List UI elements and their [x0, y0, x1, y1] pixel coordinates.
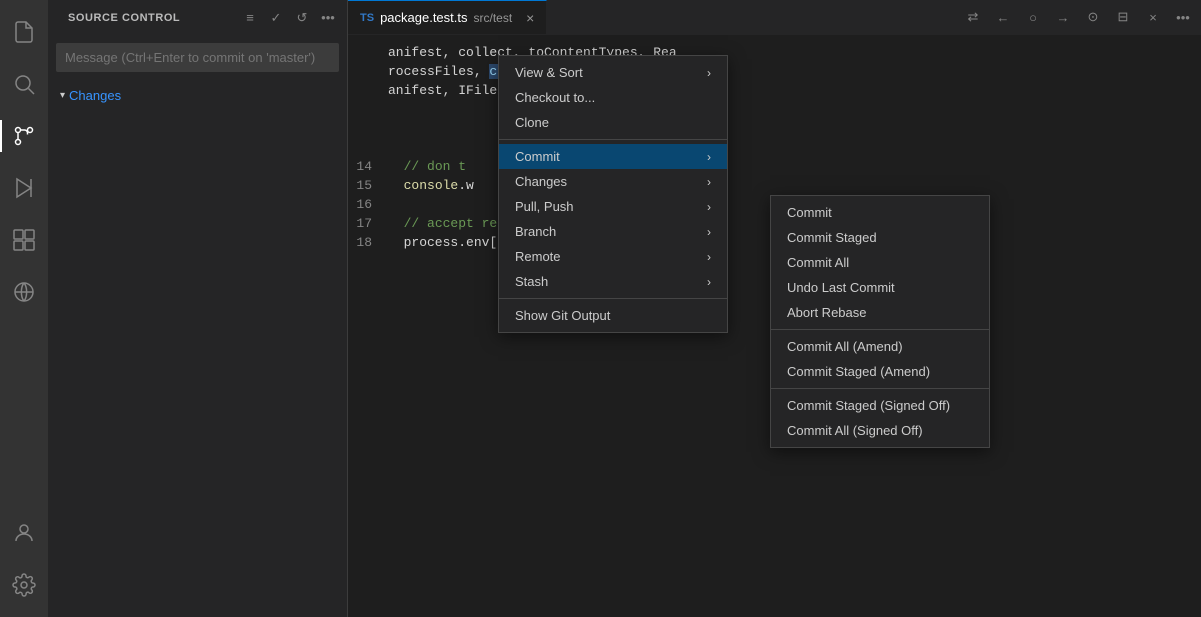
commit-arrow-icon: ›	[707, 150, 711, 164]
activity-bar	[0, 0, 48, 617]
commit-staged-label: Commit Staged	[787, 230, 877, 245]
menu-separator-2	[499, 298, 727, 299]
commit-staged-amend-label: Commit Staged (Amend)	[787, 364, 930, 379]
list-view-button[interactable]: ≡	[239, 7, 261, 29]
go-back-button[interactable]: ←	[989, 3, 1017, 31]
view-sort-label: View & Sort	[515, 65, 695, 80]
undo-last-commit-label: Undo Last Commit	[787, 280, 895, 295]
submenu-separator-1	[771, 329, 989, 330]
code-line: ';	[348, 119, 1201, 138]
changes-label: Changes	[69, 88, 121, 103]
code-line: anifest, IFile, validateManifest	[348, 81, 1201, 100]
code-line: 'fy';	[348, 138, 1201, 157]
branch-menu-item[interactable]: Branch ›	[499, 219, 727, 244]
panel-actions: ≡ ✓ ↺ •••	[239, 7, 339, 29]
commit-action-label: Commit	[787, 205, 832, 220]
checkout-label: Checkout to...	[515, 90, 711, 105]
stash-menu-item[interactable]: Stash ›	[499, 269, 727, 294]
code-line: 'st';	[348, 100, 1201, 119]
remote-explorer-icon[interactable]	[0, 268, 48, 316]
commit-all-label: Commit All	[787, 255, 849, 270]
commit-label: Commit	[515, 149, 695, 164]
stash-arrow-icon: ›	[707, 275, 711, 289]
settings-icon[interactable]	[0, 561, 48, 609]
commit-check-button[interactable]: ✓	[265, 7, 287, 29]
activity-bar-bottom	[0, 509, 48, 617]
tab-path: src/test	[474, 11, 513, 25]
changes-label: Changes	[515, 174, 695, 189]
commit-staged-amend-item[interactable]: Commit Staged (Amend)	[771, 359, 989, 384]
source-control-panel: SOURCE CONTROL ≡ ✓ ↺ ••• ▾ Changes	[48, 0, 348, 617]
search-icon[interactable]	[0, 60, 48, 108]
go-forward-button[interactable]: →	[1049, 3, 1077, 31]
commit-all-action-item[interactable]: Commit All	[771, 250, 989, 275]
remote-arrow-icon: ›	[707, 250, 711, 264]
clone-label: Clone	[515, 115, 711, 130]
code-line: 15 console.w	[348, 176, 1201, 195]
close-editor-button[interactable]: ×	[1139, 3, 1167, 31]
split-editor-button[interactable]: ⊟	[1109, 3, 1137, 31]
abort-rebase-label: Abort Rebase	[787, 305, 867, 320]
code-line: anifest, collect, toContentTypes, Rea	[348, 43, 1201, 62]
tab-bar-actions: ⇄ ← ○ → ⊙ ⊟ × •••	[955, 0, 1201, 34]
more-actions-button[interactable]: •••	[317, 7, 339, 29]
tab-bar: TS package.test.ts src/test × ⇄ ← ○ → ⊙ …	[348, 0, 1201, 35]
pull-push-label: Pull, Push	[515, 199, 695, 214]
run-icon[interactable]	[0, 164, 48, 212]
show-git-output-menu-item[interactable]: Show Git Output	[499, 303, 727, 328]
branch-arrow-icon: ›	[707, 225, 711, 239]
commit-staged-action-item[interactable]: Commit Staged	[771, 225, 989, 250]
changes-header[interactable]: ▾ Changes	[48, 84, 347, 107]
panel-title: SOURCE CONTROL	[68, 12, 180, 24]
clone-menu-item[interactable]: Clone	[499, 110, 727, 135]
panel-header: SOURCE CONTROL ≡ ✓ ↺ •••	[48, 0, 347, 35]
chevron-icon: ▾	[60, 90, 65, 101]
editor-more-button[interactable]: •••	[1169, 3, 1197, 31]
show-git-output-label: Show Git Output	[515, 308, 711, 323]
branch-label: Branch	[515, 224, 695, 239]
nav-dots-button[interactable]: ○	[1019, 3, 1047, 31]
remote-label: Remote	[515, 249, 695, 264]
pull-push-arrow-icon: ›	[707, 200, 711, 214]
changes-menu-item[interactable]: Changes ›	[499, 169, 727, 194]
ts-badge: TS	[360, 12, 374, 24]
accounts-icon[interactable]	[0, 509, 48, 557]
abort-rebase-item[interactable]: Abort Rebase	[771, 300, 989, 325]
commit-staged-signed-item[interactable]: Commit Staged (Signed Off)	[771, 393, 989, 418]
commit-all-signed-label: Commit All (Signed Off)	[787, 423, 923, 438]
commit-all-signed-item[interactable]: Commit All (Signed Off)	[771, 418, 989, 443]
commit-action-item[interactable]: Commit	[771, 200, 989, 225]
commit-all-amend-item[interactable]: Commit All (Amend)	[771, 334, 989, 359]
extensions-icon[interactable]	[0, 216, 48, 264]
commit-input-area	[48, 35, 347, 80]
commit-staged-signed-label: Commit Staged (Signed Off)	[787, 398, 950, 413]
commit-message-input[interactable]	[56, 43, 339, 72]
checkout-menu-item[interactable]: Checkout to...	[499, 85, 727, 110]
primary-context-menu: View & Sort › Checkout to... Clone Commi…	[498, 55, 728, 333]
code-line: rocessFiles, createDefaultProcessors	[348, 62, 1201, 81]
changes-section: ▾ Changes	[48, 80, 347, 111]
menu-separator-1	[499, 139, 727, 140]
pull-push-menu-item[interactable]: Pull, Push ›	[499, 194, 727, 219]
changes-arrow-icon: ›	[707, 175, 711, 189]
commit-menu-item[interactable]: Commit ›	[499, 144, 727, 169]
git-compare-button[interactable]: ⇄	[959, 3, 987, 31]
commit-submenu: Commit Commit Staged Commit All Undo Las…	[770, 195, 990, 448]
open-changes-button[interactable]: ⊙	[1079, 3, 1107, 31]
code-line: 14 // don t	[348, 157, 1201, 176]
view-sort-arrow-icon: ›	[707, 66, 711, 80]
files-icon[interactable]	[0, 8, 48, 56]
source-control-icon[interactable]	[0, 112, 48, 160]
remote-menu-item[interactable]: Remote ›	[499, 244, 727, 269]
tab-filename: package.test.ts	[380, 10, 467, 25]
refresh-button[interactable]: ↺	[291, 7, 313, 29]
stash-label: Stash	[515, 274, 695, 289]
tab-close-button[interactable]: ×	[522, 10, 538, 26]
submenu-separator-2	[771, 388, 989, 389]
active-tab[interactable]: TS package.test.ts src/test ×	[348, 0, 547, 34]
commit-all-amend-label: Commit All (Amend)	[787, 339, 903, 354]
undo-last-commit-item[interactable]: Undo Last Commit	[771, 275, 989, 300]
view-sort-menu-item[interactable]: View & Sort ›	[499, 60, 727, 85]
